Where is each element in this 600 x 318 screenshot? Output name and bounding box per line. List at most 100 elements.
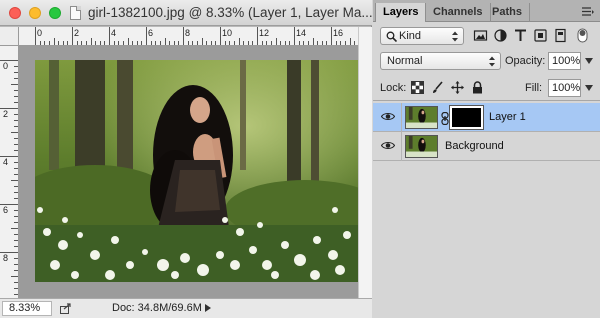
ruler-minor-tick: [340, 41, 342, 45]
opacity-dropdown-icon[interactable]: [584, 55, 594, 67]
chevron-updown-icon: [489, 56, 495, 67]
status-menu-arrow-icon[interactable]: [204, 303, 212, 313]
ruler-minor-tick: [104, 41, 106, 45]
ruler-minor-tick: [48, 41, 50, 45]
filter-toggle-icon[interactable]: [577, 28, 588, 43]
ruler-minor-tick: [261, 41, 263, 45]
vertical-scrollbar[interactable]: [358, 27, 372, 298]
shape-filter-icon[interactable]: [533, 28, 548, 43]
ruler-minor-tick: [284, 41, 286, 45]
fill-label: Fill:: [525, 82, 543, 94]
adjustment-filter-icon[interactable]: [493, 28, 508, 43]
ruler-tick: [220, 27, 221, 45]
ruler-minor-tick: [95, 41, 97, 45]
ruler-origin[interactable]: [0, 27, 19, 46]
ruler-minor-tick: [14, 192, 18, 193]
ruler-minor-tick: [303, 41, 305, 45]
ruler-tick: [146, 27, 147, 45]
ruler-minor-tick: [317, 41, 319, 45]
layer-name[interactable]: Background: [445, 140, 504, 152]
ruler-minor-tick: [14, 168, 18, 169]
panel-divider: [373, 100, 600, 101]
panel-menu-icon[interactable]: [582, 7, 594, 16]
zoom-level-field[interactable]: 8.33%: [2, 301, 52, 316]
tab-paths[interactable]: Paths: [485, 3, 530, 22]
ruler-minor-tick: [354, 41, 356, 45]
filter-kind-label: Kind: [399, 30, 422, 42]
ruler-label: 0: [3, 61, 9, 71]
layer-mask-thumbnail[interactable]: [449, 105, 484, 130]
tab-channels[interactable]: Channels: [426, 3, 491, 22]
lock-label: Lock:: [380, 82, 407, 94]
ruler-label: 12: [259, 28, 270, 38]
smart-object-filter-icon[interactable]: [553, 28, 568, 43]
visibility-eye-icon[interactable]: [381, 141, 395, 150]
ruler-minor-tick: [113, 41, 115, 45]
fill-field[interactable]: 100%: [548, 79, 581, 97]
ruler-label: 14: [296, 28, 307, 38]
ruler-minor-tick: [14, 96, 18, 97]
mask-link-chain-icon[interactable]: [441, 112, 449, 125]
ruler-minor-tick: [53, 38, 55, 45]
ruler-minor-tick: [14, 240, 18, 241]
blend-mode-select[interactable]: Normal: [380, 52, 501, 70]
document-size: Doc: 34.8M/69.6M: [112, 302, 202, 314]
ruler-minor-tick: [14, 258, 18, 259]
ruler-minor-tick: [11, 132, 18, 133]
layer-row-background[interactable]: Background: [373, 132, 600, 161]
image-filter-icon[interactable]: [473, 28, 488, 43]
export-icon[interactable]: [60, 303, 72, 314]
ruler-minor-tick: [312, 38, 314, 45]
ruler-minor-tick: [14, 282, 18, 283]
ruler-minor-tick: [14, 162, 18, 163]
lock-transparent-pixels-icon[interactable]: [411, 81, 424, 94]
ruler-minor-tick: [252, 41, 254, 45]
visibility-divider: [401, 132, 402, 161]
lock-image-pixels-icon[interactable]: [431, 81, 444, 94]
status-bar: 8.33% Doc: 34.8M/69.6M: [0, 298, 372, 318]
tab-layers[interactable]: Layers: [375, 3, 427, 22]
vertical-ruler[interactable]: 0 2 4 6 8: [0, 46, 19, 298]
ruler-minor-tick: [14, 264, 18, 265]
layer-name[interactable]: Layer 1: [489, 111, 526, 123]
ruler-minor-tick: [164, 38, 166, 45]
ruler-tick: [35, 27, 36, 45]
opacity-field[interactable]: 100%: [548, 52, 581, 70]
ruler-minor-tick: [201, 38, 203, 45]
ruler-minor-tick: [14, 294, 18, 295]
ruler-minor-tick: [11, 180, 18, 181]
search-icon: [386, 31, 397, 42]
opacity-value: 100%: [552, 55, 581, 67]
ruler-label: 6: [148, 28, 154, 38]
ruler-label: 2: [3, 109, 9, 119]
ruler-minor-tick: [321, 41, 323, 45]
layers-panel: Layers Channels Paths Kind Normal Opacit…: [373, 0, 600, 318]
zoom-window-button[interactable]: [49, 7, 61, 19]
lock-position-icon[interactable]: [451, 81, 464, 94]
ruler-minor-tick: [122, 41, 124, 45]
ruler-minor-tick: [14, 210, 18, 211]
ruler-minor-tick: [192, 41, 194, 45]
ruler-minor-tick: [14, 246, 18, 247]
layer-filter-select[interactable]: Kind: [380, 27, 464, 45]
document-titlebar[interactable]: girl-1382100.jpg @ 8.33% (Layer 1, Layer…: [0, 0, 373, 26]
minimize-window-button[interactable]: [29, 7, 41, 19]
ruler-label: 10: [222, 28, 233, 38]
ruler-minor-tick: [14, 120, 18, 121]
ruler-tick: [109, 27, 110, 45]
fill-dropdown-icon[interactable]: [584, 82, 594, 94]
lock-all-icon[interactable]: [471, 81, 484, 94]
canvas-area[interactable]: [19, 46, 358, 298]
layer-thumbnail[interactable]: [405, 135, 438, 158]
ruler-label: 8: [3, 253, 9, 263]
ruler-minor-tick: [289, 41, 291, 45]
layer-row-layer-1[interactable]: Layer 1: [373, 103, 600, 132]
type-filter-icon[interactable]: [513, 28, 528, 43]
close-window-button[interactable]: [9, 7, 21, 19]
layer-thumbnail[interactable]: [405, 106, 438, 129]
horizontal-ruler[interactable]: 0 2 4 6 8 10 12 14 16: [19, 27, 358, 46]
ruler-minor-tick: [14, 216, 18, 217]
visibility-eye-icon[interactable]: [381, 112, 395, 121]
document-window: girl-1382100.jpg @ 8.33% (Layer 1, Layer…: [0, 0, 373, 318]
ruler-minor-tick: [344, 41, 346, 45]
